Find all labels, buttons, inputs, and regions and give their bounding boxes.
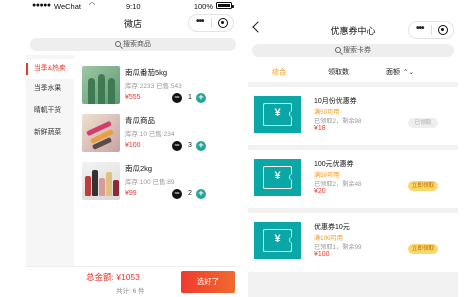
total-amount: 总金额: ¥1053 (86, 271, 140, 283)
divider (248, 145, 458, 150)
coupon-amount: ¥100 (314, 251, 330, 258)
coupon-card[interactable]: ¥ 100元优惠券 满50可用 已领取2，剩余48 ¥20 立即领取 (248, 151, 458, 206)
total-value: ¥1053 (116, 272, 140, 282)
tab-face-value[interactable]: 面额 ⌃⌄ (386, 67, 414, 77)
signal-icon: ●●●●● (32, 2, 51, 9)
product-card[interactable]: 南瓜番茄5kg 库存:2233 已售:543 ¥555 − 1 + (82, 66, 232, 110)
coupon-amount: ¥20 (314, 188, 326, 195)
coupon-title: 10月份优惠券 (314, 98, 357, 105)
chevron-sort-icon: ⌃⌄ (403, 69, 414, 76)
yen-ticket-icon: ¥ (263, 166, 295, 189)
yen-ticket-icon: ¥ (263, 229, 295, 252)
coupon-title: 100元优惠券 (314, 161, 354, 168)
product-image (82, 162, 120, 200)
title-bar: 微店 ••• (26, 12, 240, 34)
product-image (82, 114, 120, 152)
search-placeholder: 搜索卡券 (343, 47, 371, 54)
product-stock-sales: 库存:10 已售:234 (125, 131, 175, 138)
battery-icon (216, 2, 234, 9)
title-bar: 优惠券中心 ••• (248, 19, 458, 41)
divider (248, 82, 458, 87)
sidebar-item-label: 当季水果 (34, 85, 62, 92)
product-name: 南瓜番茄5kg (125, 68, 168, 77)
product-price: ¥555 (125, 94, 141, 101)
decrease-button[interactable]: − (172, 141, 182, 151)
coupon-center-screen: 优惠券中心 ••• 搜索卡券 综合 领取数 面额 ⌃⌄ ¥ 10月份优惠券 满50… (248, 0, 458, 297)
close-mini-icon[interactable] (218, 18, 228, 28)
wifi-icon: ◠ (89, 2, 96, 9)
search-icon (115, 40, 121, 47)
coupon-stats: 已领取2，剩余48 (314, 181, 362, 188)
claim-button[interactable]: 立即领取 (408, 244, 438, 254)
decrease-button[interactable]: − (172, 189, 182, 199)
sidebar-item-vegetables[interactable]: 新鲜蔬菜 (26, 123, 74, 143)
decrease-button[interactable]: − (172, 93, 182, 103)
search-placeholder: 搜索商品 (123, 41, 151, 48)
coupon-card[interactable]: ¥ 优惠券10元 满100可用 已领取1，剩余99 ¥100 立即领取 (248, 214, 458, 269)
claimed-button[interactable]: 已领取 (408, 118, 438, 128)
sort-tabs: 综合 领取数 面额 ⌃⌄ (248, 63, 458, 81)
carrier-label: WeChat (54, 1, 81, 11)
coupon-image: ¥ (254, 159, 301, 196)
sidebar-item-seasonal-fruit[interactable]: 当季水果 (26, 79, 74, 99)
coupon-stats: 已领取2，剩余98 (314, 118, 362, 125)
mini-program-capsule: ••• (408, 21, 454, 39)
product-card[interactable]: 青瓜商品 库存:10 已售:234 ¥100 − 3 + (82, 114, 232, 158)
category-sidebar: 当季&热卖 当季水果 睛軏干货 新鲜蔬菜 (26, 55, 74, 267)
coupon-card[interactable]: ¥ 10月份优惠券 满50可用 已领取2，剩余98 ¥18 已领取 (248, 88, 458, 143)
total-label: 总金额: (86, 272, 114, 282)
battery-percent: 100% (193, 1, 213, 11)
tab-label: 领取数 (328, 69, 349, 76)
status-bar: ●●●●● WeChat ◠ 9:10 100% (26, 0, 240, 11)
coupon-title: 优惠券10元 (314, 224, 350, 231)
product-name: 青瓜商品 (125, 116, 155, 125)
more-icon[interactable]: ••• (196, 16, 204, 27)
more-icon[interactable]: ••• (416, 23, 424, 34)
checkout-bar: 总金额: ¥1053 共计: 6 件 选好了 (26, 266, 240, 297)
product-image (82, 66, 120, 104)
product-name: 南瓜2kg (125, 164, 153, 173)
tab-label: 综合 (272, 69, 286, 76)
increase-button[interactable]: + (196, 141, 206, 151)
increase-button[interactable]: + (196, 93, 206, 103)
product-price: ¥99 (125, 190, 137, 197)
sidebar-item-dried-goods[interactable]: 睛軏干货 (26, 101, 74, 121)
coupon-image: ¥ (254, 222, 301, 259)
coupon-condition: 满50可用 (314, 109, 340, 116)
yen-ticket-icon: ¥ (263, 103, 295, 126)
tab-claim-count[interactable]: 领取数 (328, 67, 349, 77)
product-stock-sales: 库存:2233 已售:543 (125, 83, 182, 90)
quantity-value: 3 (188, 141, 192, 149)
coupon-amount: ¥18 (314, 125, 326, 132)
claim-button[interactable]: 立即领取 (408, 181, 438, 191)
divider (248, 272, 458, 297)
mini-program-capsule: ••• (188, 14, 234, 32)
product-card[interactable]: 南瓜2kg 库存:100 已售:89 ¥99 − 2 + (82, 162, 232, 206)
quantity-value: 2 (188, 189, 192, 197)
clock: 9:10 (126, 1, 141, 11)
coupon-image: ¥ (254, 96, 301, 133)
item-count: 共计: 6 件 (116, 288, 145, 295)
sidebar-item-label: 新鲜蔬菜 (34, 129, 62, 136)
checkout-button[interactable]: 选好了 (181, 271, 235, 293)
sidebar-item-label: 当季&热卖 (34, 65, 66, 72)
tab-overall[interactable]: 综合 (272, 67, 286, 77)
coupon-stats: 已领取1，剩余99 (314, 244, 362, 251)
coupon-condition: 满50可用 (314, 172, 340, 179)
close-mini-icon[interactable] (438, 25, 448, 35)
coupon-condition: 满100可用 (314, 235, 343, 242)
search-input[interactable]: 搜索卡券 (252, 44, 454, 57)
sidebar-item-seasonal-hot[interactable]: 当季&热卖 (26, 59, 74, 79)
sidebar-item-label: 睛軏干货 (34, 107, 62, 114)
tab-label: 面额 (386, 69, 400, 76)
increase-button[interactable]: + (196, 189, 206, 199)
product-stock-sales: 库存:100 已售:89 (125, 179, 175, 186)
search-input[interactable]: 搜索商品 (30, 38, 236, 51)
quantity-value: 1 (188, 93, 192, 101)
shop-screen: ●●●●● WeChat ◠ 9:10 100% 微店 ••• 搜索商品 当季&… (26, 0, 240, 297)
search-icon (335, 46, 341, 53)
divider (248, 208, 458, 213)
product-price: ¥100 (125, 142, 141, 149)
